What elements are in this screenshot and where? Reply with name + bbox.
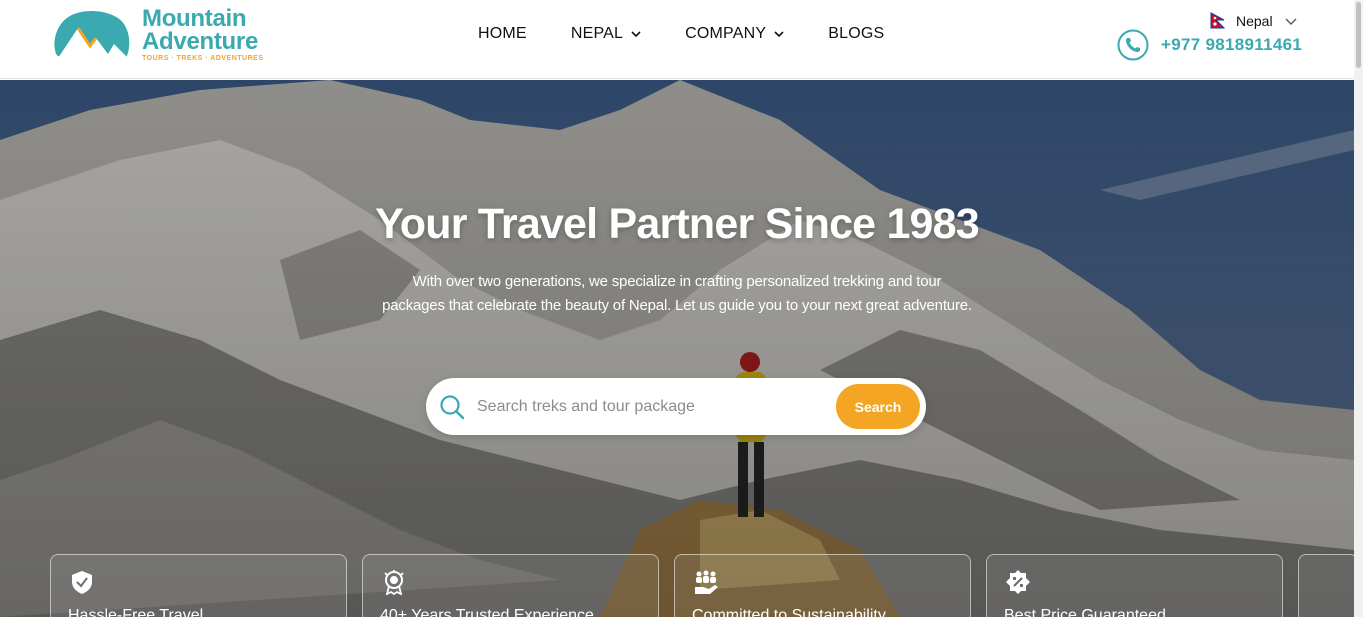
chevron-down-icon <box>631 31 641 38</box>
brand-tagline: TOURS · TREKS · ADVENTURES <box>142 55 264 62</box>
shield-check-icon <box>72 571 92 594</box>
nav-item-blogs[interactable]: BLOGS <box>828 25 884 43</box>
site-header: Mountain Adventure TOURS · TREKS · ADVEN… <box>0 0 1354 79</box>
hands-community-icon <box>695 570 718 594</box>
mountain-logo-icon <box>54 11 130 58</box>
brand-name-line1: Mountain <box>142 5 247 32</box>
hero-background-mountain-image <box>0 80 1354 617</box>
hero-title: Your Travel Partner Since 1983 <box>375 200 980 248</box>
feature-label: 40+ Years Trusted Experience <box>380 607 594 617</box>
nav-item-home[interactable]: HOME <box>478 25 527 43</box>
hero-section: Your Travel Partner Since 1983 With over… <box>0 80 1354 617</box>
phone-icon <box>1117 29 1149 61</box>
language-selector[interactable]: Nepal <box>1210 12 1297 29</box>
page: Mountain Adventure TOURS · TREKS · ADVEN… <box>0 0 1363 617</box>
search-icon <box>440 394 465 419</box>
feature-label: Committed to Sustainability <box>692 607 886 617</box>
feature-card-hassle-free[interactable]: Hassle-Free Travel <box>50 554 347 617</box>
feature-card-sustainability[interactable]: Committed to Sustainability <box>674 554 971 617</box>
nepal-flag-icon <box>1210 12 1226 29</box>
feature-cards: Hassle-Free Travel 40+ Years Trusted Exp… <box>50 554 1354 617</box>
award-badge-icon <box>384 570 404 595</box>
feature-label: Hassle-Free Travel <box>68 607 204 617</box>
language-label: Nepal <box>1236 12 1273 29</box>
scrollbar-thumb[interactable] <box>1356 2 1361 68</box>
nav-item-label: COMPANY <box>685 25 767 42</box>
brand-name-line2: Adventure <box>142 28 258 55</box>
contact-phone[interactable]: +977 9818911461 <box>1117 29 1302 61</box>
nav-item-label: NEPAL <box>570 25 624 42</box>
feature-label: Best Price Guaranteed <box>1004 607 1166 617</box>
chevron-down-icon <box>774 31 784 38</box>
phone-number: +977 9818911461 <box>1161 35 1303 54</box>
search-bar: Search <box>426 378 926 435</box>
page-scrollbar[interactable] <box>1354 0 1363 617</box>
nav-item-label: BLOGS <box>828 25 885 42</box>
search-input[interactable] <box>477 397 817 416</box>
feature-card-experience[interactable]: 40+ Years Trusted Experience <box>362 554 659 617</box>
nav-item-label: HOME <box>478 25 527 42</box>
discount-badge-icon <box>1006 570 1030 594</box>
chevron-down-icon <box>1285 18 1297 25</box>
brand-logo[interactable]: Mountain Adventure TOURS · TREKS · ADVEN… <box>50 6 264 63</box>
feature-card-best-price[interactable]: Best Price Guaranteed <box>986 554 1283 617</box>
hero-subtitle: With over two generations, we specialize… <box>382 273 972 314</box>
feature-card-partial[interactable] <box>1298 554 1354 617</box>
main-nav: HOME NEPAL COMPANY BLOGS <box>478 25 928 43</box>
search-button[interactable]: Search <box>836 384 920 429</box>
nav-item-nepal[interactable]: NEPAL <box>571 25 641 43</box>
nav-item-company[interactable]: COMPANY <box>685 25 784 43</box>
